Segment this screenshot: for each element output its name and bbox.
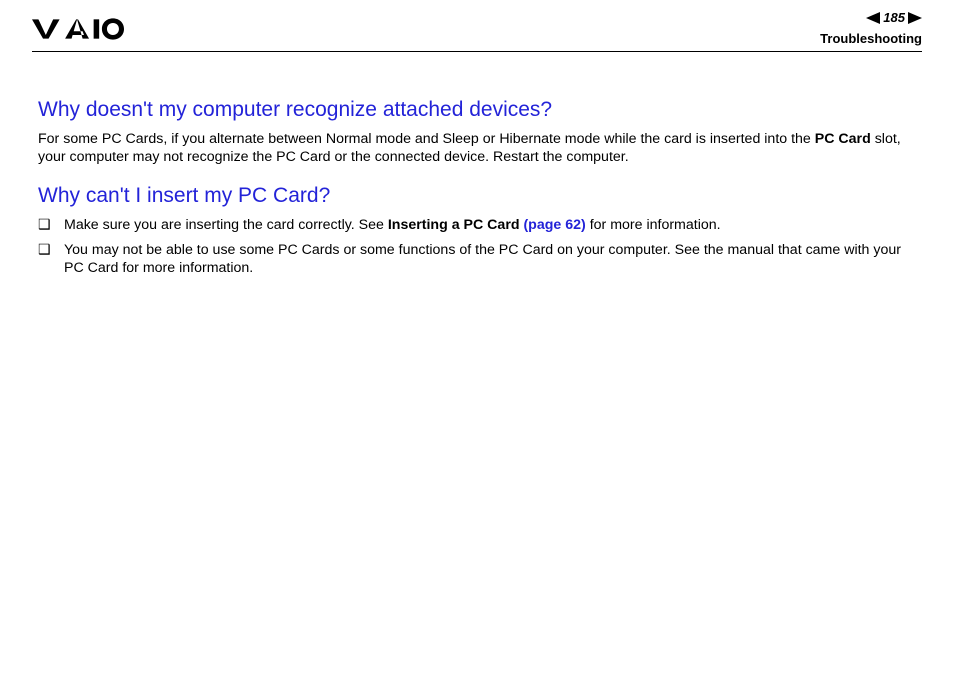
bullet-icon: ❑ (38, 241, 64, 258)
text-bold: Inserting a PC Card (388, 217, 524, 233)
page-link[interactable]: (page 62) (523, 217, 585, 233)
page-content: Why doesn't my computer recognize attach… (32, 52, 922, 277)
paragraph-1: For some PC Cards, if you alternate betw… (38, 130, 918, 166)
next-page-icon[interactable] (908, 12, 922, 24)
heading-2: Why can't I insert my PC Card? (38, 184, 918, 208)
page-number: 185 (882, 10, 906, 25)
list-item-text: You may not be able to use some PC Cards… (64, 241, 918, 277)
list-item: ❑ You may not be able to use some PC Car… (38, 241, 918, 277)
text-fragment: for more information. (586, 217, 721, 233)
section-label: Troubleshooting (820, 31, 922, 46)
text-bold: PC Card (815, 131, 871, 147)
bullet-list: ❑ Make sure you are inserting the card c… (38, 216, 918, 277)
header-right: 185 Troubleshooting (820, 10, 922, 46)
page-header: 185 Troubleshooting (32, 10, 922, 52)
bullet-icon: ❑ (38, 216, 64, 233)
list-item: ❑ Make sure you are inserting the card c… (38, 216, 918, 234)
page-navigation: 185 (866, 10, 922, 25)
text-fragment: Make sure you are inserting the card cor… (64, 217, 388, 233)
text-fragment: For some PC Cards, if you alternate betw… (38, 131, 815, 147)
page-root: 185 Troubleshooting Why doesn't my compu… (0, 0, 954, 674)
heading-1: Why doesn't my computer recognize attach… (38, 98, 918, 122)
list-item-text: Make sure you are inserting the card cor… (64, 216, 918, 234)
vaio-logo (32, 16, 124, 47)
prev-page-icon[interactable] (866, 12, 880, 24)
